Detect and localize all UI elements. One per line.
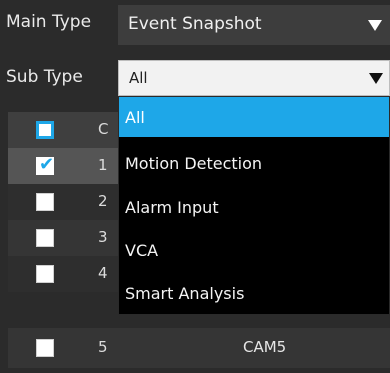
row-checkbox[interactable] <box>36 265 54 283</box>
select-all-checkbox[interactable] <box>36 121 54 139</box>
chevron-down-icon[interactable] <box>368 20 382 31</box>
sub-type-dropdown: All Motion Detection Alarm Input VCA Sma… <box>118 96 390 315</box>
row-no: 2 <box>98 192 108 210</box>
checkmark-icon: ✔ <box>39 154 55 175</box>
sub-type-select[interactable]: All <box>118 60 390 96</box>
row-name: CAM5 <box>243 338 287 356</box>
dropdown-option-alarm-input[interactable]: Alarm Input <box>119 187 389 227</box>
table-row[interactable]: 5 CAM5 <box>8 328 390 368</box>
row-checkbox[interactable] <box>36 339 54 357</box>
row-no: 3 <box>98 228 108 246</box>
row-no: 1 <box>98 156 108 174</box>
row-checkbox[interactable] <box>36 193 54 211</box>
dropdown-option-all[interactable]: All <box>119 97 389 137</box>
sub-type-label: Sub Type <box>6 67 83 87</box>
table-header-no: C <box>98 120 109 138</box>
row-checkbox[interactable]: ✔ <box>36 154 55 175</box>
row-no: 5 <box>98 338 108 356</box>
row-no: 4 <box>98 264 108 282</box>
chevron-down-icon[interactable] <box>369 73 383 84</box>
dropdown-option-vca[interactable]: VCA <box>119 230 389 270</box>
main-type-value: Event Snapshot <box>128 14 262 34</box>
sub-type-value: All <box>129 69 148 87</box>
dropdown-option-smart-analysis[interactable]: Smart Analysis <box>119 273 389 313</box>
row-checkbox[interactable] <box>36 229 54 247</box>
main-type-select[interactable]: Event Snapshot <box>118 5 390 45</box>
dropdown-option-motion-detection[interactable]: Motion Detection <box>119 143 389 183</box>
main-type-label: Main Type <box>6 12 92 32</box>
